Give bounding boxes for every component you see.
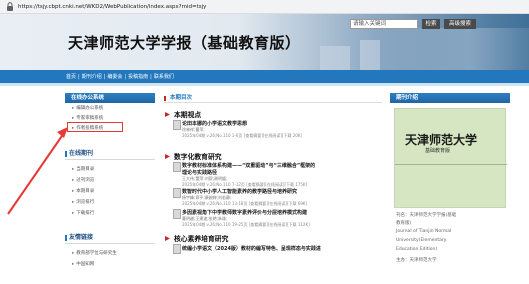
sidebar-item-current-issue[interactable]: ▸ 当期目录 [72, 166, 94, 172]
section-icon [164, 111, 171, 118]
sidebar-item-editor-office[interactable]: ▸ 编辑办公系统 [72, 105, 103, 111]
article-title[interactable]: 统编小学语文（2024版）教材的编写特色、呈现样态与实践进 [182, 245, 321, 252]
sidebar-item-past-issues[interactable]: ▸ 过刊浏览 [72, 177, 94, 183]
bullet-icon: ▸ [72, 262, 75, 267]
article-entry[interactable]: 统编小学语文（2024版）教材的编写特色、呈现样态与实践进 [182, 245, 321, 252]
nav-separator: | [150, 73, 152, 80]
sidebar-item-download-rank[interactable]: ▸ 下载排行 [72, 210, 94, 216]
section-icon [164, 235, 171, 242]
section-icon [164, 153, 171, 160]
article-thumbnail[interactable] [173, 244, 181, 254]
nav-separator: | [103, 73, 106, 80]
section-title: 本期视点 [164, 109, 201, 119]
banner-decoration [379, 28, 529, 70]
online-journal-header: 在线期刊 [65, 148, 155, 160]
browser-address-bar[interactable]: https://tsjy.cbpt.cnki.net/WKD2/WebPubli… [0, 0, 529, 14]
online-office-header: 在线办公系统 [65, 93, 155, 103]
page-root: https://tsjy.cbpt.cnki.net/WKD2/WebPubli… [0, 0, 529, 284]
lock-icon [5, 2, 15, 12]
nav-underline [0, 83, 529, 86]
bullet-icon: ▸ [72, 106, 75, 111]
sidebar-item-expert-review[interactable]: ▸ 专家审稿系统 [72, 115, 103, 121]
nav-separator: | [78, 73, 80, 80]
sidebar-item-this-issue[interactable]: ▸ 本期目录 [72, 188, 94, 194]
article-title-cont[interactable]: 理论与实践路径 [182, 169, 315, 176]
sidebar-item-label: 本期目录 [76, 189, 95, 194]
article-entry[interactable]: 数智时代中小学人工智能素养的教学路径与培养研究 杨宇峰;郑平;康婉婷;刘若静; … [182, 188, 307, 207]
cover-subtitle: 基础教育版 [425, 148, 451, 154]
article-thumbnail[interactable] [173, 209, 181, 219]
article-title[interactable]: 论田本娜的小学语文教学思想 [182, 120, 302, 127]
journal-cover[interactable]: 天津师范大学 基础教育版 [394, 108, 507, 208]
section-title-text: 本期视点 [174, 111, 202, 119]
bullet-icon: ▸ [72, 189, 75, 194]
journal-info-line: Journal of Tianjin Normal [396, 229, 452, 234]
bullet-icon: ▸ [72, 167, 75, 172]
article-title[interactable]: 数字教材标准体系构建——“双重驱动”与“三维融合”框架的 [182, 162, 315, 169]
article-title[interactable]: 多因素视角下中学教师数字素养评价与分层培养模式构建 [182, 209, 310, 216]
article-meta[interactable]: 2025年04期 v.26;No.110 13-18页 [查看摘要][在线阅读]… [182, 201, 307, 207]
issue-toc-header: 本期目次 [164, 93, 382, 103]
bullet-icon: ▸ [72, 116, 75, 121]
cover-title: 天津师范大学 [405, 133, 478, 147]
section-title-text: 核心素养培育研究 [174, 235, 229, 243]
nav-item-home[interactable]: 首页 [66, 73, 76, 80]
main-nav: 首页 | 期刊介绍 | 编委会 | 投稿指南 | 联系我们 [0, 70, 529, 83]
bullet-icon: ▸ [72, 251, 75, 256]
advanced-search-button[interactable]: 高级搜索 [444, 19, 476, 29]
bullet-icon: ▸ [72, 200, 75, 205]
article-entry[interactable]: 论田本娜的小学语文教学思想 徐林祥;曹萍; 2025年04期 v.26;No.1… [182, 120, 302, 139]
sidebar-item-link[interactable]: ▸ 教育部学位与研究生 [72, 250, 117, 256]
bullet-icon: ▸ [72, 178, 75, 183]
article-thumbnail[interactable] [173, 120, 181, 130]
sidebar-item-label: 专家审稿系统 [76, 116, 104, 121]
nav-item-board[interactable]: 编委会 [107, 73, 122, 80]
bullet-icon: ▸ [72, 211, 75, 216]
journal-info-line: Education Edition) [396, 247, 438, 252]
site-title: 天津师范大学学报（基础教育版） [68, 34, 301, 52]
journal-info-line: 教育版) [396, 221, 412, 226]
sidebar-item-label: 编辑办公系统 [76, 106, 104, 111]
highlight-box [67, 122, 123, 132]
sidebar-item-label: 浏览排行 [76, 200, 95, 205]
article-entry[interactable]: 多因素视角下中学教师数字素养评价与分层培养模式构建 曹明越;王建波;张艳;朱珠;… [182, 209, 310, 228]
cover-rule [395, 164, 507, 165]
article-meta[interactable]: 2025年04期 v.26;No.110 1-6页 [查看摘要][在线阅读][下… [182, 133, 302, 139]
nav-separator: | [124, 73, 127, 80]
nav-item-guide[interactable]: 投稿指南 [128, 73, 148, 80]
journal-info-line: 主办：天津师范大学 [396, 258, 437, 263]
sidebar-item-label: 下载排行 [76, 211, 95, 216]
article-meta[interactable]: 2025年04期 v.26;No.110 19-25页 [查看摘要][在线阅读]… [182, 222, 310, 228]
sidebar-item-link[interactable]: ▸ 中国知网 [72, 261, 94, 267]
nav-item-intro[interactable]: 期刊介绍 [82, 73, 102, 80]
journal-info-line: University(Elementary [396, 238, 447, 243]
article-thumbnail[interactable] [173, 162, 181, 172]
article-entry[interactable]: 数字教材标准体系构建——“双重驱动”与“三维融合”框架的 理论与实践路径 王大伟… [182, 162, 315, 188]
article-thumbnail[interactable] [173, 188, 181, 198]
section-title-text: 数字化教育研究 [174, 153, 222, 161]
url-text[interactable]: https://tsjy.cbpt.cnki.net/WKD2/WebPubli… [18, 4, 206, 10]
journal-intro-header: 期刊介绍 [390, 93, 510, 103]
section-title: 数字化教育研究 [164, 151, 222, 161]
journal-info-line: 刊名：天津师范大学学报(基础 [396, 213, 457, 218]
nav-item-contact[interactable]: 联系我们 [154, 73, 174, 80]
sidebar-item-browse-rank[interactable]: ▸ 浏览排行 [72, 199, 94, 205]
article-title[interactable]: 数智时代中小学人工智能素养的教学路径与培养研究 [182, 188, 307, 195]
sidebar-item-label: 中国知网 [76, 262, 95, 267]
links-header: 友情链接 [65, 232, 155, 244]
section-title: 核心素养培育研究 [164, 233, 228, 243]
sidebar-item-label: 过刊浏览 [76, 178, 95, 183]
sidebar-item-label: 当期目录 [76, 167, 95, 172]
banner-building [360, 40, 380, 70]
sidebar-item-label: 教育部学位与研究生 [76, 251, 117, 256]
search-button[interactable]: 检索 [422, 19, 440, 29]
banner-building [320, 46, 350, 70]
search-input[interactable]: 请输入关键词 [350, 19, 418, 29]
